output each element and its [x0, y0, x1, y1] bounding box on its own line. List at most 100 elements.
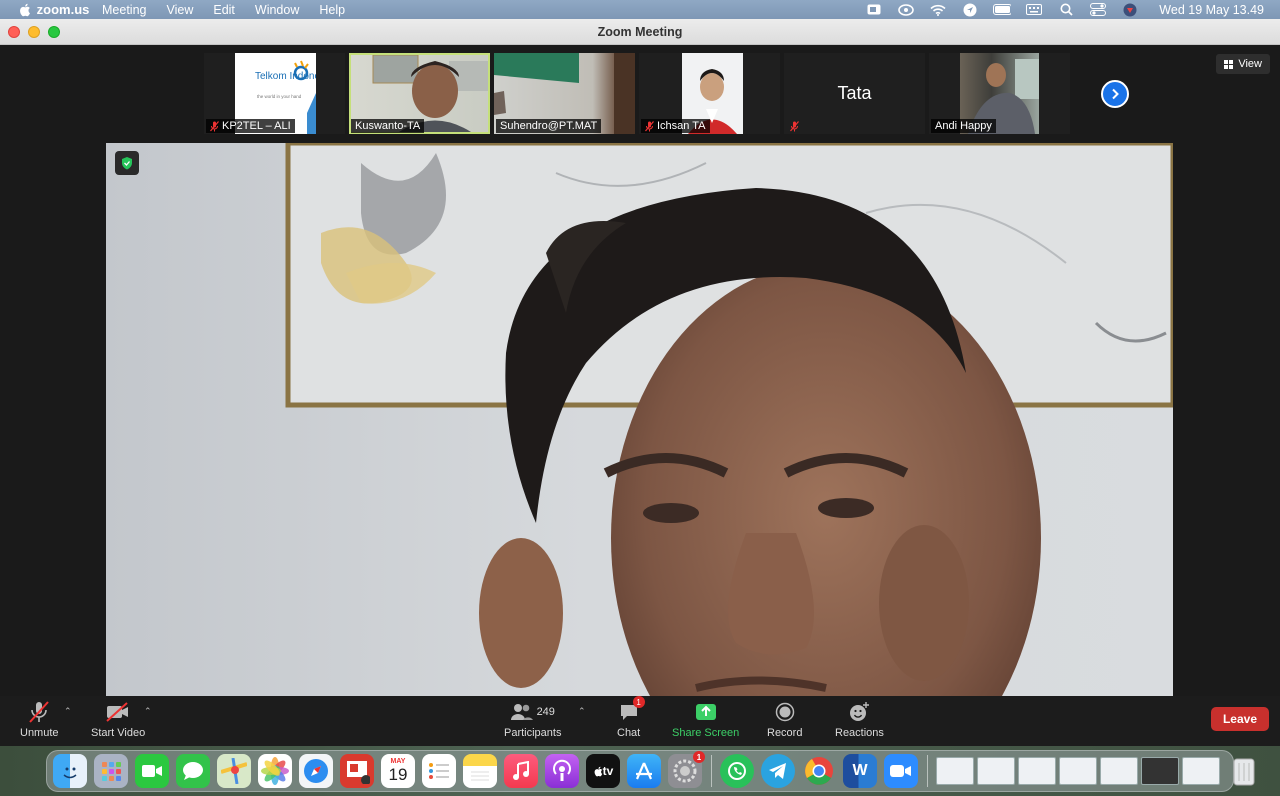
share-screen-icon — [695, 704, 716, 720]
muted-mic-icon — [645, 120, 654, 131]
menu-edit[interactable]: Edit — [213, 3, 235, 17]
control-center-icon[interactable] — [1089, 3, 1107, 16]
creative-cloud-icon[interactable] — [897, 3, 915, 16]
participants-icon — [510, 704, 533, 720]
system-preferences-icon[interactable]: 1 — [668, 751, 705, 788]
participant-name-label: Kuswanto-TA — [351, 119, 425, 133]
minimized-window-thumbnail[interactable] — [936, 757, 974, 785]
speaker-video-frame — [106, 143, 1173, 696]
participant-name-label: Andi Happy — [931, 119, 996, 133]
window-title: Zoom Meeting — [597, 24, 683, 39]
user-avatar-icon[interactable] — [1121, 3, 1139, 16]
unmute-button[interactable]: Unmute — [20, 700, 59, 739]
audio-options-caret-icon[interactable]: ⌃ — [64, 706, 72, 717]
messages-icon[interactable] — [176, 754, 210, 788]
wifi-icon[interactable] — [929, 3, 947, 16]
menu-meeting[interactable]: Meeting — [102, 3, 146, 17]
apple-tv-icon[interactable]: tv — [586, 754, 620, 788]
participant-name-label — [786, 120, 806, 133]
muted-microphone-icon — [29, 701, 50, 723]
minimized-window-thumbnail[interactable] — [1059, 757, 1097, 785]
minimized-window-thumbnail[interactable] — [1100, 757, 1138, 785]
word-icon[interactable]: W — [843, 754, 877, 788]
video-off-icon — [106, 702, 129, 722]
window-close-button[interactable] — [8, 26, 20, 38]
dock-area: MAY 19 tv 1 W — [0, 746, 1280, 796]
share-screen-button[interactable]: Share Screen — [672, 700, 739, 739]
view-button[interactable]: View — [1216, 54, 1270, 74]
dock: MAY 19 tv 1 W — [46, 750, 1255, 792]
chevron-right-icon — [1112, 88, 1119, 100]
participants-count: 249 — [536, 706, 555, 718]
reminders-icon[interactable] — [422, 754, 456, 788]
notes-icon[interactable] — [463, 754, 497, 788]
participants-button[interactable]: 249 Participants — [504, 700, 561, 739]
dock-separator — [927, 755, 928, 787]
meeting-toolbar: Unmute ⌃ Start Video ⌃ 249 Participants … — [0, 696, 1280, 746]
window-zoom-button[interactable] — [48, 26, 60, 38]
maps-icon[interactable] — [217, 754, 251, 788]
participant-thumbnail[interactable]: Kuswanto-TA — [349, 53, 490, 134]
grid-view-icon — [1224, 59, 1234, 69]
zoom-status-icon[interactable] — [865, 3, 883, 16]
participant-strip: Telkom Indonesia the world in your hand … — [204, 53, 1070, 134]
facetime-icon[interactable] — [135, 754, 169, 788]
chat-unread-badge: 1 — [632, 696, 645, 708]
minimized-window-thumbnail[interactable] — [1182, 757, 1220, 785]
whatsapp-icon[interactable] — [720, 754, 754, 788]
next-page-button[interactable] — [1101, 80, 1129, 108]
minimized-window-thumbnail[interactable] — [1141, 757, 1179, 785]
menu-view[interactable]: View — [166, 3, 193, 17]
participant-thumbnail[interactable]: Ichsan TA — [639, 53, 780, 134]
record-icon — [775, 702, 794, 722]
active-speaker-video — [106, 143, 1173, 696]
calendar-icon[interactable]: MAY 19 — [381, 754, 415, 788]
apple-icon[interactable] — [18, 3, 32, 17]
app-store-icon[interactable] — [627, 754, 661, 788]
finder-icon[interactable] — [53, 754, 87, 788]
muted-mic-icon — [790, 121, 799, 132]
presentation-app-icon[interactable] — [340, 754, 374, 788]
battery-icon[interactable] — [993, 3, 1012, 16]
participant-name-label: Suhendro@PT.MAT — [496, 119, 602, 133]
trash-icon[interactable] — [1227, 754, 1261, 788]
telegram-icon[interactable] — [761, 754, 795, 788]
participant-thumbnail[interactable]: Suhendro@PT.MAT — [494, 53, 635, 134]
telkom-logo-subtext: the world in your hand — [257, 94, 302, 99]
smiley-plus-icon — [850, 702, 870, 721]
menubar-clock[interactable]: Wed 19 May 13.49 — [1159, 3, 1264, 17]
menu-help[interactable]: Help — [319, 3, 345, 17]
minimized-window-thumbnail[interactable] — [977, 757, 1015, 785]
window-minimize-button[interactable] — [28, 26, 40, 38]
search-icon[interactable] — [1057, 3, 1075, 16]
record-button[interactable]: Record — [767, 700, 802, 739]
participant-name-label: Ichsan TA — [641, 119, 710, 133]
chrome-icon[interactable] — [802, 754, 836, 788]
music-icon[interactable] — [504, 754, 538, 788]
menu-bar: zoom.us Meeting View Edit Window Help We… — [0, 0, 1280, 19]
security-shield-icon[interactable] — [115, 151, 139, 175]
photos-icon[interactable] — [258, 754, 292, 788]
minimized-window-thumbnail[interactable] — [1018, 757, 1056, 785]
podcasts-icon[interactable] — [545, 754, 579, 788]
location-icon[interactable] — [961, 3, 979, 16]
launchpad-icon[interactable] — [94, 754, 128, 788]
leave-button[interactable]: Leave — [1210, 707, 1269, 731]
participant-name-label: KP2TEL – ALI — [206, 119, 295, 133]
muted-mic-icon — [210, 120, 219, 131]
participant-thumbnail[interactable]: Telkom Indonesia the world in your hand … — [204, 53, 345, 134]
window-titlebar: Zoom Meeting — [0, 19, 1280, 45]
participants-options-caret-icon[interactable]: ⌃ — [578, 706, 586, 717]
video-options-caret-icon[interactable]: ⌃ — [144, 706, 152, 717]
menu-window[interactable]: Window — [255, 3, 299, 17]
reactions-button[interactable]: Reactions — [835, 700, 884, 739]
participant-thumbnail[interactable]: Tata — [784, 53, 925, 134]
zoom-window: Zoom Meeting Telkom Indonesia the world … — [0, 19, 1280, 796]
participant-thumbnail[interactable]: Andi Happy — [929, 53, 1070, 134]
safari-icon[interactable] — [299, 754, 333, 788]
zoom-dock-icon[interactable] — [884, 754, 918, 788]
keyboard-icon[interactable] — [1025, 3, 1043, 16]
dock-separator — [711, 755, 712, 787]
start-video-button[interactable]: Start Video — [91, 700, 145, 739]
chat-button[interactable]: 1 Chat — [617, 696, 645, 739]
